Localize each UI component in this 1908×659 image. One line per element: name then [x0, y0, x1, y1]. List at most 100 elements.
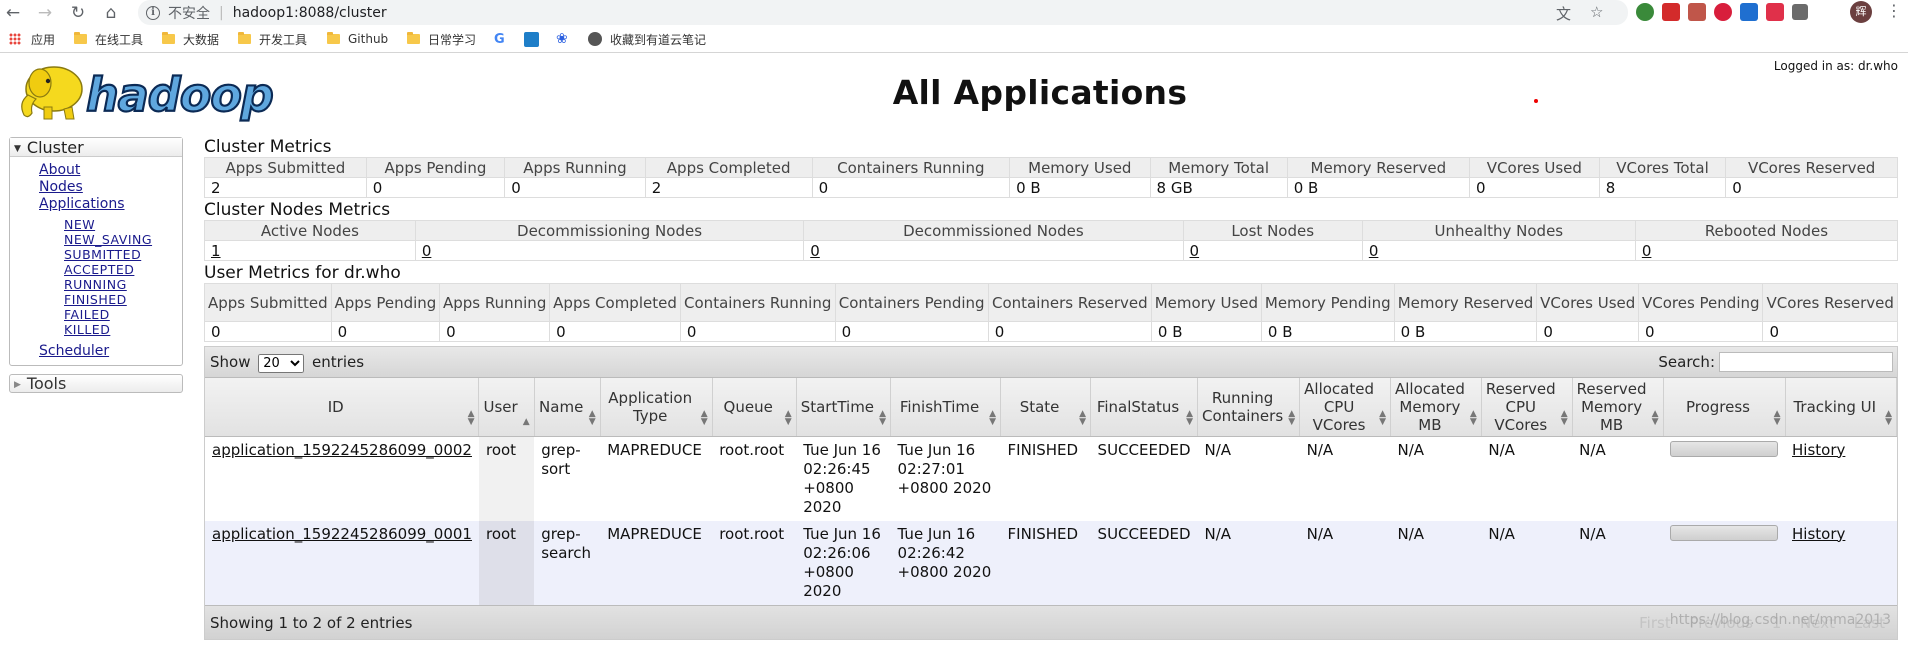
nav-link-state-running[interactable]: RUNNING: [10, 277, 182, 292]
folder-icon: [407, 32, 420, 44]
column-header-reserved-memory-mb[interactable]: Reserved Memory MB ▲ ▼: [1572, 378, 1664, 437]
column-header-state[interactable]: State ▲ ▼: [1000, 378, 1092, 437]
bookmark-star-icon[interactable]: ☆: [1590, 3, 1603, 21]
nav-link-state-new[interactable]: NEW: [10, 217, 182, 232]
lost-nodes-link[interactable]: 0: [1190, 242, 1200, 260]
node-metrics-title: Cluster Nodes Metrics: [204, 200, 391, 220]
extension-icon-2[interactable]: [1662, 3, 1680, 21]
history-link[interactable]: History: [1792, 441, 1845, 459]
hadoop-page: hadoop All Applications Logged in as: dr…: [0, 53, 1908, 659]
search-box: Search:: [1658, 347, 1893, 378]
metric-header: Memory Used: [1009, 157, 1151, 178]
column-header-application-type[interactable]: Application Type ▲ ▼: [600, 378, 713, 437]
allocated-memory-cell: N/A: [1390, 520, 1482, 605]
metric-value: 8 GB: [1149, 177, 1288, 198]
column-header-starttime[interactable]: StartTime ▲ ▼: [796, 378, 892, 437]
baidu-paw-icon: ❀: [556, 31, 568, 47]
nav-link-state-failed[interactable]: FAILED: [10, 307, 182, 322]
metric-header: Decommissioned Nodes: [803, 220, 1184, 241]
nav-link-state-accepted[interactable]: ACCEPTED: [10, 262, 182, 277]
unhealthy-nodes-link[interactable]: 0: [1369, 242, 1379, 260]
first-page-button[interactable]: First: [1639, 614, 1671, 632]
bookmark-baidu[interactable]: ❀: [556, 29, 568, 49]
url-text[interactable]: hadoop1:8088/cluster: [233, 5, 387, 21]
nav-link-state-killed[interactable]: KILLED: [10, 322, 182, 337]
tools-section-header[interactable]: ▶ Tools: [9, 374, 183, 393]
bookmark-youdao[interactable]: 收藏到有道云笔记: [588, 29, 706, 49]
user-metrics-table: Apps Submitted Apps Pending Apps Running…: [204, 283, 1898, 342]
history-link[interactable]: History: [1792, 525, 1845, 543]
metric-header: Decommissioning Nodes: [414, 220, 805, 241]
bookmark-bing[interactable]: [524, 29, 539, 49]
decommissioned-nodes-link[interactable]: 0: [810, 242, 820, 260]
active-nodes-link[interactable]: 1: [211, 242, 221, 260]
column-header-finishtime[interactable]: FinishTime ▲ ▼: [890, 378, 1002, 437]
type-cell: MAPREDUCE: [607, 440, 702, 459]
metric-value: 0: [679, 321, 836, 342]
allocated-vcores-cell: N/A: [1299, 520, 1391, 605]
bookmark-folder-daily-study[interactable]: 日常学习: [407, 29, 476, 49]
column-header-reserved-cpu-vcores[interactable]: Reserved CPU VCores ▲ ▼: [1481, 378, 1573, 437]
column-header-queue[interactable]: Queue ▲ ▼: [712, 378, 797, 437]
extensions-puzzle-icon[interactable]: [1792, 4, 1808, 20]
metric-value: 0 B: [1260, 321, 1395, 342]
rebooted-nodes-link[interactable]: 0: [1642, 242, 1652, 260]
extension-icon-1[interactable]: [1636, 3, 1654, 21]
translate-icon[interactable]: 文: [1556, 3, 1571, 24]
logged-in-user: Logged in as: dr.who: [1773, 59, 1898, 73]
column-header-progress[interactable]: Progress ▲ ▼: [1663, 378, 1786, 437]
column-header-tracking-ui[interactable]: Tracking UI ▲ ▼: [1785, 378, 1897, 437]
extension-icon-5[interactable]: [1740, 3, 1758, 21]
bookmark-folder-github[interactable]: Github: [327, 29, 388, 49]
column-header-allocated-memory-mb[interactable]: Allocated Memory MB ▲ ▼: [1390, 378, 1482, 437]
running-containers-cell: N/A: [1204, 440, 1232, 459]
decommissioning-nodes-link[interactable]: 0: [422, 242, 432, 260]
column-header-id[interactable]: ID ▲ ▼: [205, 378, 480, 437]
column-header-user[interactable]: User ▲: [478, 378, 535, 437]
table-row: application_1592245286099_0001 root grep…: [205, 520, 1897, 605]
bookmark-folder-devtools[interactable]: 开发工具: [238, 29, 307, 49]
application-id-link[interactable]: application_1592245286099_0001: [212, 525, 472, 543]
cluster-section-header[interactable]: ▼ Cluster: [10, 138, 182, 157]
metric-value: 0: [1725, 177, 1898, 198]
folder-icon: [238, 32, 251, 44]
extension-icon-3[interactable]: [1688, 3, 1706, 21]
browser-menu-icon[interactable]: ⋮: [1886, 1, 1902, 20]
forward-icon[interactable]: →: [34, 2, 56, 24]
metric-header: Lost Nodes: [1182, 220, 1363, 241]
nav-link-scheduler[interactable]: Scheduler: [10, 343, 182, 360]
column-header-name[interactable]: Name ▲ ▼: [534, 378, 601, 437]
bookmark-folder-bigdata[interactable]: 大数据: [162, 29, 219, 49]
column-header-allocated-cpu-vcores[interactable]: Allocated CPU VCores ▲ ▼: [1299, 378, 1391, 437]
profile-avatar[interactable]: 辉: [1850, 1, 1872, 23]
metric-value: 0: [204, 321, 332, 342]
extension-icon-4[interactable]: [1714, 3, 1732, 21]
metric-value: 0: [834, 321, 989, 342]
back-icon[interactable]: ←: [2, 2, 24, 24]
type-cell: MAPREDUCE: [600, 520, 713, 605]
application-id-link[interactable]: application_1592245286099_0002: [212, 441, 472, 459]
metric-header: Apps Completed: [644, 157, 813, 178]
metric-header: Memory Used: [1150, 283, 1262, 322]
metric-value: 2: [204, 177, 367, 198]
extension-icon-6[interactable]: [1766, 3, 1784, 21]
column-header-finalstatus[interactable]: FinalStatus ▲ ▼: [1090, 378, 1199, 437]
home-icon[interactable]: ⌂: [100, 2, 122, 24]
bookmark-apps[interactable]: 应用: [9, 29, 55, 49]
nav-link-state-submitted[interactable]: SUBMITTED: [10, 247, 182, 262]
bookmark-google[interactable]: G: [494, 29, 511, 49]
bookmark-folder-online-tools[interactable]: 在线工具: [74, 29, 143, 49]
address-bar[interactable]: i 不安全 | hadoop1:8088/cluster 文 ☆: [138, 0, 1628, 25]
nav-link-nodes[interactable]: Nodes: [10, 179, 182, 196]
nav-link-about[interactable]: About: [10, 162, 182, 179]
node-metrics-table: Active Nodes Decommissioning Nodes Decom…: [204, 220, 1899, 261]
search-input[interactable]: [1719, 351, 1893, 372]
nav-link-state-finished[interactable]: FINISHED: [10, 292, 182, 307]
column-header-running-containers[interactable]: Running Containers ▲ ▼: [1197, 378, 1301, 437]
nav-link-state-new-saving[interactable]: NEW_SAVING: [10, 232, 182, 247]
page-size-select[interactable]: 20: [258, 354, 305, 373]
reload-icon[interactable]: ↻: [67, 2, 89, 24]
metric-value: 8: [1598, 177, 1727, 198]
site-info-icon[interactable]: i: [146, 5, 160, 20]
nav-link-applications[interactable]: Applications: [10, 196, 182, 213]
